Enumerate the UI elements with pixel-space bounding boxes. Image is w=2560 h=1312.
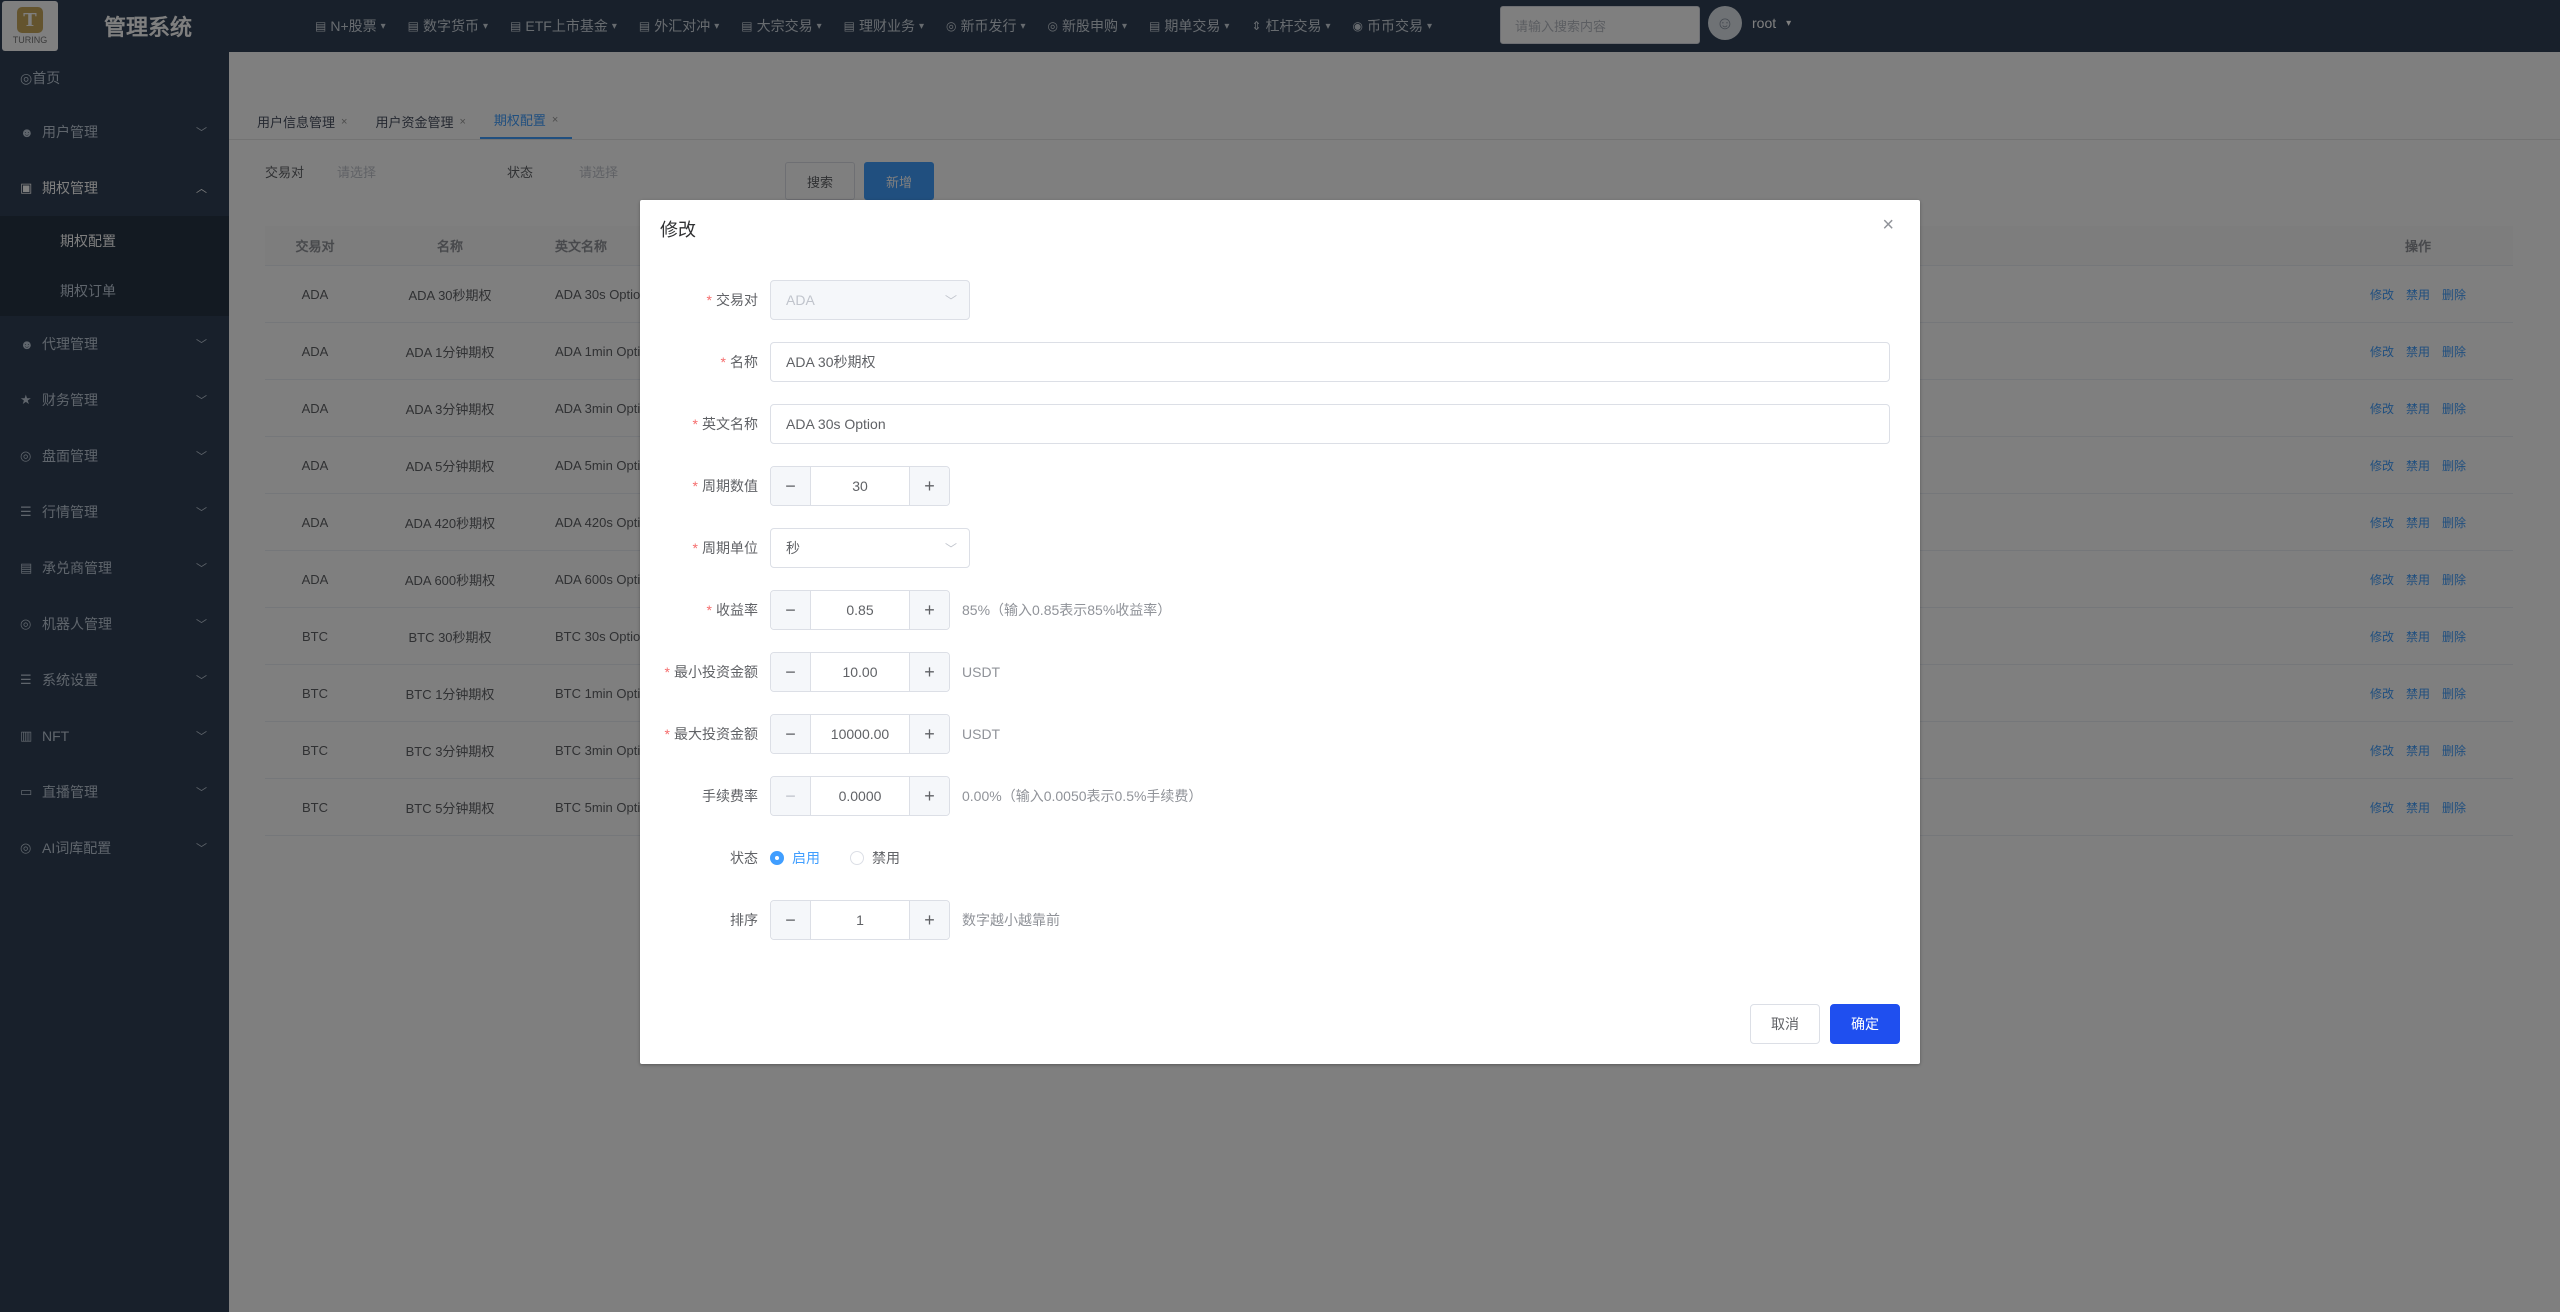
period-value-input[interactable]: 30 — [811, 467, 909, 505]
fee-rate-stepper: − 0.0000 + — [770, 776, 950, 816]
sort-stepper: − 1 + — [770, 900, 950, 940]
status-radio-enable[interactable]: 启用 — [770, 848, 820, 868]
period-unit-select[interactable]: 秒 ﹀ — [770, 528, 970, 568]
decrement-button[interactable]: − — [771, 901, 811, 939]
max-invest-unit: USDT — [962, 726, 1001, 742]
status-disable-label: 禁用 — [872, 850, 900, 866]
decrement-button[interactable]: − — [771, 777, 811, 815]
fee-rate-input[interactable]: 0.0000 — [811, 777, 909, 815]
form-row-profit-rate: * 收益率 − 0.85 + 85%（输入0.85表示85%收益率） — [640, 590, 1920, 630]
form-row-fee-rate: 手续费率 − 0.0000 + 0.00%（输入0.0050表示0.5%手续费） — [640, 776, 1920, 816]
fee-rate-label: 手续费率 — [702, 788, 758, 804]
status-enable-label: 启用 — [792, 850, 820, 866]
radio-icon — [770, 851, 784, 865]
decrement-button[interactable]: − — [771, 653, 811, 691]
sort-label: 排序 — [730, 912, 758, 928]
period-unit-value: 秒 — [786, 540, 800, 556]
form-row-period-unit: * 周期单位 秒 ﹀ — [640, 528, 1920, 568]
close-icon[interactable]: × — [1882, 214, 1894, 237]
dialog-footer: 取消 确定 — [1750, 1004, 1900, 1044]
increment-button[interactable]: + — [909, 715, 949, 753]
form-row-en-name: * 英文名称 ADA 30s Option — [640, 404, 1920, 444]
increment-button[interactable]: + — [909, 777, 949, 815]
profit-rate-input[interactable]: 0.85 — [811, 591, 909, 629]
fee-rate-hint: 0.00%（输入0.0050表示0.5%手续费） — [962, 788, 1203, 804]
dialog-title: 修改 — [660, 220, 696, 240]
profit-rate-stepper: − 0.85 + — [770, 590, 950, 630]
min-invest-stepper: − 10.00 + — [770, 652, 950, 692]
decrement-button[interactable]: − — [771, 591, 811, 629]
min-invest-unit: USDT — [962, 664, 1001, 680]
pair-value: ADA — [786, 292, 815, 308]
pair-label: 交易对 — [716, 292, 758, 308]
period-value-label: 周期数值 — [702, 478, 758, 494]
form-row-sort: 排序 − 1 + 数字越小越靠前 — [640, 900, 1920, 940]
increment-button[interactable]: + — [909, 901, 949, 939]
period-unit-label: 周期单位 — [702, 540, 758, 556]
increment-button[interactable]: + — [909, 653, 949, 691]
confirm-button[interactable]: 确定 — [1830, 1004, 1900, 1044]
name-input[interactable]: ADA 30秒期权 — [770, 342, 1890, 382]
max-invest-stepper: − 10000.00 + — [770, 714, 950, 754]
chevron-down-icon: ﹀ — [944, 541, 957, 556]
decrement-button[interactable]: − — [771, 715, 811, 753]
name-label: 名称 — [730, 354, 758, 370]
max-invest-label: 最大投资金额 — [674, 726, 758, 742]
increment-button[interactable]: + — [909, 591, 949, 629]
radio-icon — [850, 851, 864, 865]
edit-dialog: 修改 × * 交易对 ADA ﹀ * 名称 ADA 30秒期权 * 英文名称 ADA … — [640, 200, 1920, 1064]
form-row-name: * 名称 ADA 30秒期权 — [640, 342, 1920, 382]
decrement-button[interactable]: − — [771, 467, 811, 505]
sort-hint: 数字越小越靠前 — [962, 912, 1060, 928]
min-invest-label: 最小投资金额 — [674, 664, 758, 680]
form-row-status: 状态 启用 禁用 — [640, 838, 1920, 878]
increment-button[interactable]: + — [909, 467, 949, 505]
status-label: 状态 — [730, 850, 758, 866]
form-row-pair: * 交易对 ADA ﹀ — [640, 280, 1920, 320]
max-invest-input[interactable]: 10000.00 — [811, 715, 909, 753]
form-row-max-invest: * 最大投资金额 − 10000.00 + USDT — [640, 714, 1920, 754]
status-radio-disable[interactable]: 禁用 — [850, 848, 900, 868]
en-name-label: 英文名称 — [702, 416, 758, 432]
period-value-stepper: − 30 + — [770, 466, 950, 506]
cancel-button[interactable]: 取消 — [1750, 1004, 1820, 1044]
en-name-input[interactable]: ADA 30s Option — [770, 404, 1890, 444]
min-invest-input[interactable]: 10.00 — [811, 653, 909, 691]
profit-rate-label: 收益率 — [716, 602, 758, 618]
chevron-down-icon: ﹀ — [944, 293, 957, 308]
pair-select: ADA ﹀ — [770, 280, 970, 320]
profit-rate-hint: 85%（输入0.85表示85%收益率） — [962, 602, 1172, 618]
form-row-period-value: * 周期数值 − 30 + — [640, 466, 1920, 506]
sort-input[interactable]: 1 — [811, 901, 909, 939]
form-row-min-invest: * 最小投资金额 − 10.00 + USDT — [640, 652, 1920, 692]
